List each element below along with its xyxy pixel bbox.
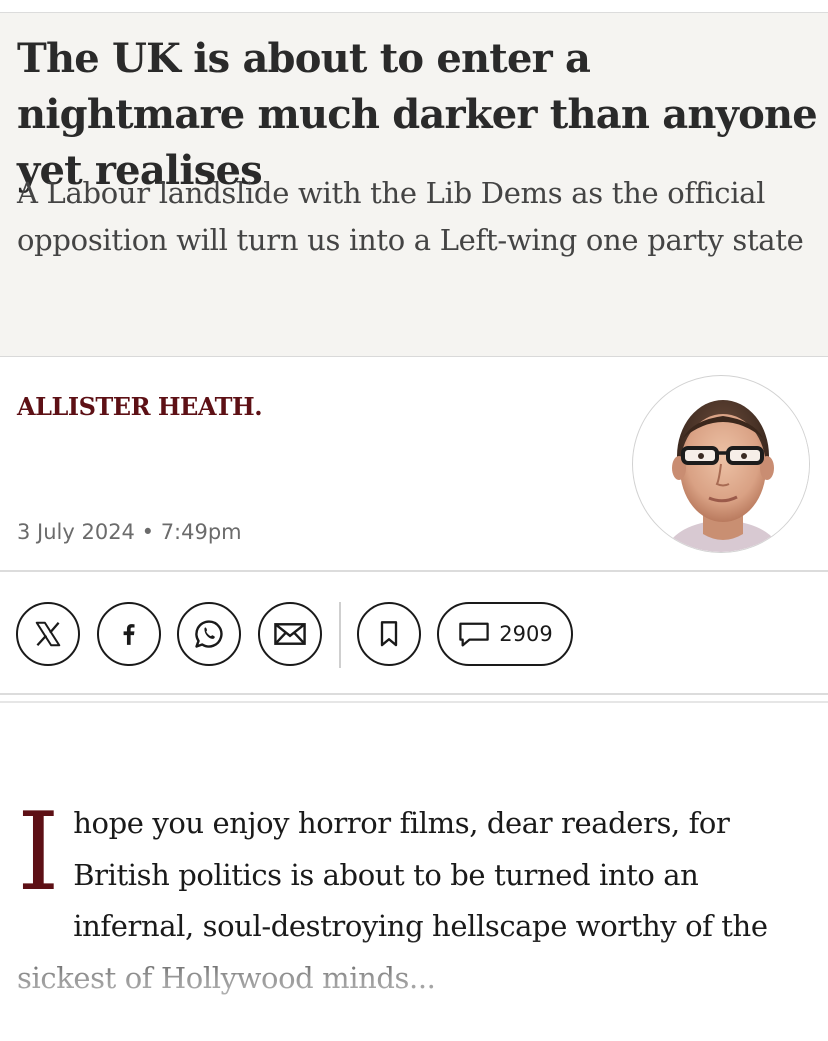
publish-date: 3 July 2024	[17, 520, 135, 544]
publish-time: 7:49pm	[160, 520, 242, 544]
bookmark-button[interactable]	[357, 602, 421, 666]
bookmark-icon	[380, 621, 398, 647]
whatsapp-icon	[195, 620, 223, 648]
facebook-icon	[123, 624, 135, 645]
x-logo-icon	[35, 621, 61, 647]
article-header: The UK is about to enter a nightmare muc…	[0, 13, 828, 357]
dropcap-letter: I	[17, 790, 60, 915]
body-preview-text: hope you enjoy horror films, dear reader…	[17, 806, 768, 995]
article-standfirst: A Labour landslide with the Lib Dems as …	[17, 176, 804, 257]
publish-dateline: 3 July 2024 • 7:49pm	[17, 520, 242, 544]
meta-divider	[0, 570, 828, 572]
share-email-button[interactable]	[258, 602, 322, 666]
comments-count: 2909	[499, 622, 553, 646]
author-avatar[interactable]	[632, 375, 810, 553]
comments-button[interactable]: 2909	[437, 602, 573, 666]
share-x-button[interactable]	[16, 602, 80, 666]
author-name: ALLISTER HEATH	[17, 392, 255, 421]
author-portrait-image	[634, 377, 809, 552]
author-suffix: .	[254, 392, 263, 421]
email-icon	[274, 623, 306, 645]
share-bar-bottom-divider-secondary	[0, 701, 828, 703]
article-body-preview: Ihope you enjoy horror films, dear reade…	[17, 798, 807, 1004]
share-facebook-button[interactable]	[97, 602, 161, 666]
share-bar-bottom-divider	[0, 693, 828, 695]
date-separator: •	[141, 520, 154, 544]
author-byline-link[interactable]: ALLISTER HEATH.	[17, 392, 263, 421]
share-divider	[339, 602, 341, 668]
share-whatsapp-button[interactable]	[177, 602, 241, 666]
comment-bubble-icon	[459, 622, 489, 647]
